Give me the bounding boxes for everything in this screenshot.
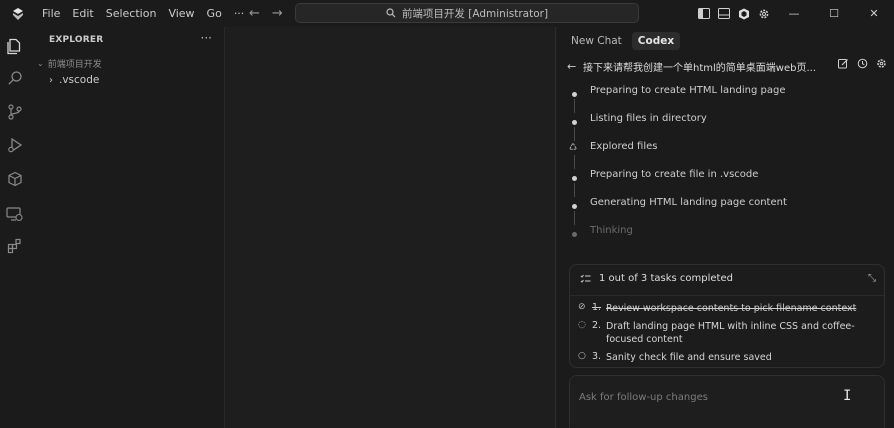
tree-item-label: .vscode: [59, 74, 100, 86]
explorer-sidebar: EXPLORER ··· ⌄ 前端项目开发 › .vscode: [29, 27, 225, 428]
step-label: Thinking: [590, 225, 633, 236]
task-number: 2.: [592, 320, 602, 331]
task-text: Draft landing page HTML with inline CSS …: [606, 321, 855, 345]
search-icon: [386, 8, 396, 18]
task-text: Sanity check file and ensure saved: [606, 352, 772, 363]
menu-view[interactable]: View: [162, 0, 200, 27]
task-item: ⊘ 1. Review workspace contents to pick f…: [578, 302, 858, 315]
maximize-button[interactable]: ☐: [814, 0, 854, 27]
step-item: Preparing to create HTML landing page: [569, 83, 869, 113]
chat-panel: New Chat Codex ← 接下来请帮我创建一个单html的简单桌面端we…: [557, 27, 894, 428]
history-icon[interactable]: [857, 58, 868, 69]
navigation-arrows: ← →: [249, 0, 283, 27]
tab-codex[interactable]: Codex: [631, 32, 681, 50]
thread-title: 接下来请帮我创建一个单html的简单桌面端web页...: [583, 62, 816, 74]
tree-item-vscode-folder[interactable]: › .vscode: [49, 74, 99, 86]
step-label: Explored files: [590, 141, 658, 152]
chat-input[interactable]: [579, 389, 819, 405]
step-label: Preparing to create file in .vscode: [590, 169, 759, 180]
task-items: ⊘ 1. Review workspace contents to pick f…: [570, 295, 884, 363]
command-center-search[interactable]: 前端项目开发 [Administrator]: [295, 3, 639, 23]
empty-circle-icon: ○: [578, 351, 586, 361]
collapse-icon[interactable]: ⤡: [868, 273, 876, 284]
step-item: Preparing to create file in .vscode: [569, 167, 869, 197]
chevron-down-icon: ⌄: [37, 59, 44, 68]
toggle-sidebar-icon[interactable]: [694, 0, 714, 27]
menu-file[interactable]: File: [36, 0, 66, 27]
explorer-more-actions-button[interactable]: ···: [201, 31, 212, 45]
explorer-title: EXPLORER: [49, 35, 104, 45]
step-dot-icon: [572, 92, 577, 97]
task-number: 3.: [592, 351, 602, 362]
remote-explorer-icon[interactable]: [5, 204, 24, 223]
workspace-folder-label: 前端项目开发: [47, 60, 102, 70]
task-text: Review workspace contents to pick filena…: [606, 303, 857, 314]
explore-recycle-icon: ♺: [569, 143, 578, 153]
step-label: Preparing to create HTML landing page: [590, 85, 786, 96]
menu-more[interactable]: ···: [228, 0, 251, 27]
settings-gear-icon[interactable]: [876, 58, 887, 69]
extensions-icon[interactable]: [5, 236, 24, 255]
check-circle-icon: ⊘: [578, 302, 586, 312]
explorer-files-icon[interactable]: [5, 37, 24, 56]
step-item: Listing files in directory: [569, 111, 869, 141]
step-item: ♺ Explored files: [569, 139, 869, 169]
task-item: ◌ 2. Draft landing page HTML with inline…: [578, 320, 858, 346]
settings-gear-icon[interactable]: [754, 0, 774, 27]
back-arrow-icon[interactable]: ←: [249, 6, 260, 21]
edit-icon[interactable]: [838, 58, 849, 69]
command-center-text: 前端项目开发 [Administrator]: [401, 7, 549, 20]
activity-bar: [0, 27, 29, 428]
step-label: Listing files in directory: [590, 113, 707, 124]
source-control-icon[interactable]: [5, 102, 24, 121]
loading-spinner-icon: ◌: [578, 320, 586, 330]
tab-new-chat[interactable]: New Chat: [565, 32, 628, 50]
thread-header: ← 接下来请帮我创建一个单html的简单桌面端web页...: [567, 58, 887, 74]
step-item-thinking: Thinking: [569, 223, 869, 251]
menu-edit[interactable]: Edit: [66, 0, 99, 27]
close-button[interactable]: ✕: [854, 0, 894, 27]
workspace-folder[interactable]: ⌄ 前端项目开发: [37, 57, 102, 70]
step-dot-icon: [572, 176, 577, 181]
back-arrow-icon[interactable]: ←: [567, 60, 583, 73]
menu-selection[interactable]: Selection: [100, 0, 163, 27]
progress-steps: Preparing to create HTML landing page Li…: [569, 83, 869, 251]
title-bar-controls: — ☐ ✕: [694, 0, 894, 27]
toggle-secondary-sidebar-icon[interactable]: [734, 0, 754, 27]
editor-area[interactable]: [225, 27, 556, 428]
chat-input-box: I: [569, 375, 885, 428]
task-list-card: 1 out of 3 tasks completed ⤡ ⊘ 1. Review…: [569, 264, 885, 368]
step-dot-icon: [572, 120, 577, 125]
title-bar: File Edit Selection View Go ··· ← → 前端项目…: [0, 0, 894, 27]
menu-go[interactable]: Go: [201, 0, 228, 27]
thread-actions: [838, 58, 887, 69]
task-number: 1.: [592, 302, 602, 313]
app-logo-icon: [0, 0, 36, 27]
menu-bar: File Edit Selection View Go ···: [36, 0, 250, 27]
run-debug-icon[interactable]: [5, 135, 24, 154]
forward-arrow-icon[interactable]: →: [272, 6, 283, 21]
toggle-panel-icon[interactable]: [714, 0, 734, 27]
task-summary: 1 out of 3 tasks completed: [580, 273, 733, 284]
checklist-icon: [580, 274, 591, 283]
task-item: ○ 3. Sanity check file and ensure saved: [578, 351, 858, 364]
step-dot-icon: [572, 204, 577, 209]
minimize-button[interactable]: —: [774, 0, 814, 27]
step-label: Generating HTML landing page content: [590, 197, 787, 208]
step-item: Generating HTML landing page content: [569, 195, 869, 225]
extension-package-icon[interactable]: [5, 169, 24, 188]
search-icon[interactable]: [5, 68, 24, 87]
text-cursor-icon: I: [843, 388, 852, 404]
chevron-right-icon: ›: [49, 74, 53, 86]
task-summary-text: 1 out of 3 tasks completed: [599, 273, 733, 284]
chat-tab-bar: New Chat Codex: [565, 32, 681, 50]
step-dot-icon: [572, 232, 577, 237]
